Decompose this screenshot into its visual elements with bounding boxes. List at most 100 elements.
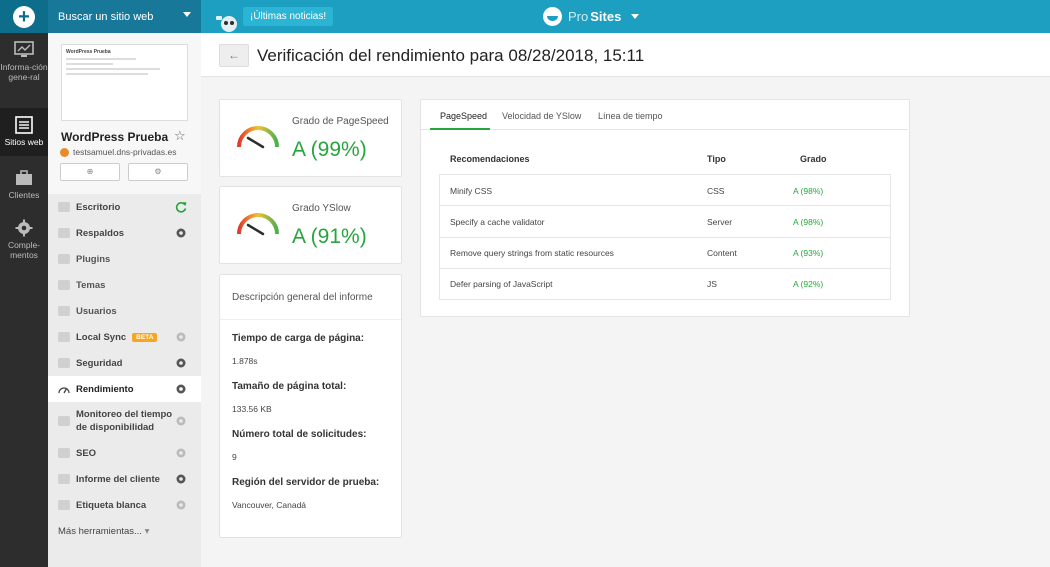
tab-timeline[interactable]: Línea de tiempo [598, 111, 663, 121]
sync-icon [58, 332, 70, 342]
table-row[interactable]: Remove query strings from static resourc… [439, 237, 891, 269]
rail-item-overview[interactable]: Informa-ción gene-ral [0, 41, 48, 82]
site-header: WordPress Prueba WordPress Prueba ☆ test… [48, 33, 201, 194]
report-field-key: Número total de solicitudes: [232, 429, 367, 440]
nav-item-users[interactable]: Usuarios [48, 298, 201, 324]
report-field-key: Tamaño de página total: [232, 381, 347, 392]
gear-icon[interactable] [175, 415, 187, 427]
rail-label: Sitios web [4, 137, 44, 147]
divider [220, 319, 401, 320]
favorite-star-icon[interactable]: ☆ [174, 128, 186, 144]
report-field-key: Región del servidor de prueba: [232, 477, 380, 488]
grade-cell: A (98%) [793, 217, 824, 227]
back-button[interactable]: ← [219, 44, 249, 67]
rail-label: Informa-ción gene-ral [0, 62, 48, 82]
nav-item-local-sync[interactable]: Local Sync BETA [48, 324, 201, 350]
shield-icon [58, 358, 70, 368]
latest-news-button[interactable]: ¡Últimas noticias! [243, 7, 334, 26]
add-site-button[interactable]: + [0, 0, 48, 33]
results-tabs: PageSpeed Velocidad de YSlow Línea de ti… [421, 100, 908, 130]
theme-icon [58, 280, 70, 290]
grade-cell: A (92%) [793, 279, 824, 289]
more-tools-dropdown[interactable]: Más herramientas... ▾ [58, 526, 149, 537]
page-header: ← Verificación del rendimiento para 08/2… [201, 33, 1050, 77]
chevron-down-icon [183, 12, 191, 17]
gear-icon: ⚙ [154, 167, 162, 176]
monitor-icon [14, 41, 34, 57]
more-tools-label: Más herramientas... [58, 526, 142, 537]
speedometer-icon [237, 213, 279, 236]
nav-item-label: Usuarios [76, 305, 117, 317]
nav-item-label: Escritorio [76, 201, 121, 213]
nav-item-desktop[interactable]: Escritorio [48, 194, 201, 220]
gear-icon[interactable] [175, 383, 187, 395]
megaphone-icon [58, 448, 70, 458]
thumbnail-title: WordPress Prueba [66, 49, 111, 55]
rail-item-sites[interactable]: Sitios web [0, 108, 48, 156]
score-value: A (99%) [292, 138, 367, 161]
site-thumbnail[interactable]: WordPress Prueba [61, 44, 188, 121]
gear-icon[interactable] [175, 331, 187, 343]
site-search-dropdown[interactable]: Buscar un sitio web [48, 0, 201, 33]
chevron-down-icon [631, 13, 640, 19]
report-overview-card: Descripción general del informe Tiempo d… [219, 274, 402, 538]
score-label: Grado YSlow [292, 203, 351, 214]
thumbnail-line [66, 63, 113, 65]
nav-item-label: Informe del cliente [76, 473, 160, 485]
nav-item-plugins[interactable]: Plugins [48, 246, 201, 272]
report-field-value: 9 [232, 452, 237, 462]
report-field-value: 1.878s [232, 356, 258, 366]
brand-pro: Pro [568, 8, 589, 24]
table-row[interactable]: Specify a cache validator Server A (98%) [439, 206, 891, 238]
score-label: Grado de PageSpeed [292, 116, 389, 127]
nav-item-uptime[interactable]: Monitoreo del tiempo de disponibilidad [48, 402, 201, 440]
nav-item-label: Etiqueta blanca [76, 499, 147, 511]
table-row[interactable]: Defer parsing of JavaScript JS A (92%) [439, 268, 891, 300]
nav-item-security[interactable]: Seguridad [48, 350, 201, 376]
wp-admin-button[interactable]: ⊕ [60, 163, 120, 181]
top-bar: + Buscar un sitio web ¡Últimas noticias!… [0, 0, 1050, 33]
brand-sites: Sites [590, 8, 622, 24]
speedometer-icon [58, 387, 70, 394]
rail-item-clients[interactable]: Clientes [0, 169, 48, 200]
nav-item-backups[interactable]: Respaldos [48, 220, 201, 246]
rail-label: Clientes [8, 190, 40, 200]
gear-icon[interactable] [175, 499, 187, 511]
sync-refresh-icon[interactable] [175, 201, 187, 213]
rail-item-addons[interactable]: Comple-mentos [0, 219, 48, 260]
nav-item-white-label[interactable]: Etiqueta blanca [48, 492, 201, 518]
site-settings-button[interactable]: ⚙ [128, 163, 188, 181]
report-title: Descripción general del informe [232, 292, 373, 303]
tab-yslow[interactable]: Velocidad de YSlow [502, 111, 581, 121]
users-icon [58, 306, 70, 316]
site-url-text: testsamuel.dns-privadas.es [73, 147, 177, 157]
gear-icon [15, 219, 33, 237]
recommendation-cell: Defer parsing of JavaScript [450, 279, 553, 289]
report-field-key: Tiempo de carga de página: [232, 333, 365, 344]
gear-icon[interactable] [175, 227, 187, 239]
yslow-score-card: Grado YSlow A (91%) [219, 186, 402, 264]
gear-icon[interactable] [175, 357, 187, 369]
grade-cell: A (93%) [793, 248, 824, 258]
site-name[interactable]: WordPress Prueba [61, 130, 168, 144]
results-card: PageSpeed Velocidad de YSlow Línea de ti… [420, 99, 910, 317]
nav-item-label: SEO [76, 447, 97, 459]
nav-item-themes[interactable]: Temas [48, 272, 201, 298]
recommendation-cell: Minify CSS [450, 186, 493, 196]
recommendation-cell: Remove query strings from static resourc… [450, 248, 614, 258]
nav-item-performance[interactable]: Rendimiento [48, 376, 201, 402]
site-panel: WordPress Prueba WordPress Prueba ☆ test… [48, 33, 201, 567]
nav-item-client-report[interactable]: Informe del cliente [48, 466, 201, 492]
gear-icon[interactable] [175, 447, 187, 459]
brand-menu[interactable]: Pro Sites [543, 6, 640, 26]
gear-icon[interactable] [175, 473, 187, 485]
beta-badge: BETA [132, 332, 158, 342]
tab-pagespeed[interactable]: PageSpeed [440, 111, 487, 121]
clients-icon [16, 170, 32, 185]
chevron-down-icon: ▾ [144, 526, 150, 537]
table-row[interactable]: Minify CSS CSS A (98%) [439, 174, 891, 206]
site-url[interactable]: testsamuel.dns-privadas.es [60, 147, 176, 157]
tag-icon [58, 500, 70, 510]
nav-item-seo[interactable]: SEO [48, 440, 201, 466]
nav-item-label: Respaldos [76, 227, 125, 239]
